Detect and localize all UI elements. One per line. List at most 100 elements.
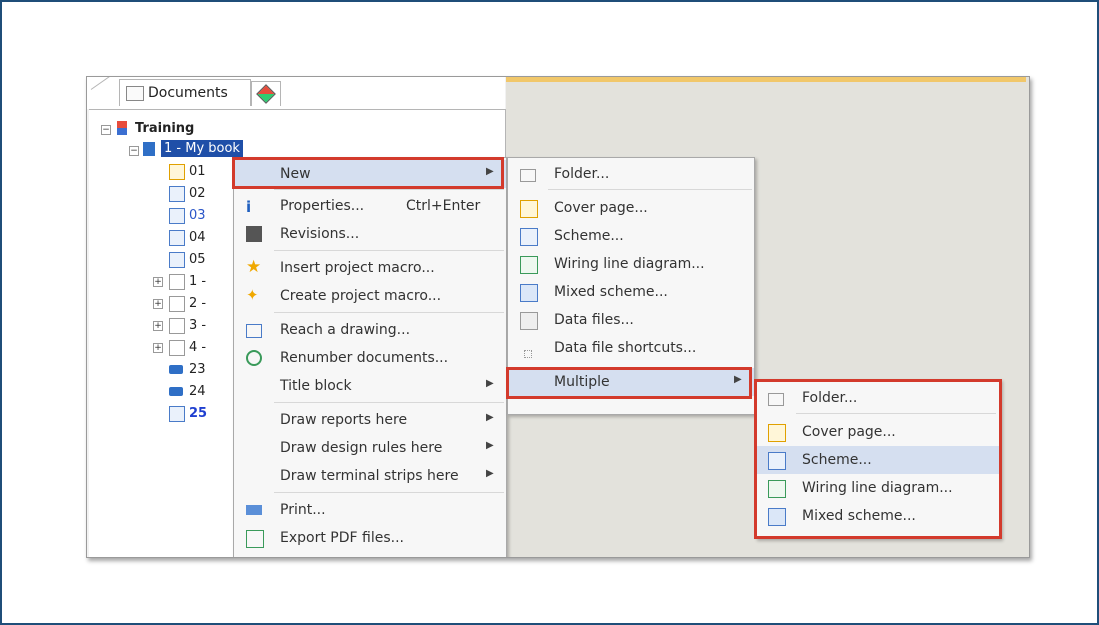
scheme-icon	[169, 230, 185, 246]
menu-item-title-block[interactable]: Title block ▶	[234, 372, 506, 400]
menu-item-label: Cover page...	[554, 200, 648, 216]
reach-drawing-icon	[246, 324, 262, 338]
menu-item-label: Export PDF files...	[280, 530, 404, 546]
tree-item[interactable]: 04	[189, 230, 206, 245]
tab-bar: Documents	[87, 77, 505, 109]
menu-item-label: Draw terminal strips here	[280, 468, 459, 484]
menu-item-label: Revisions...	[280, 226, 360, 242]
menu-item-data-files[interactable]: Data files...	[508, 306, 754, 334]
menu-item-export-pdf[interactable]: Export PDF files...	[234, 524, 506, 552]
collapse-icon[interactable]: −	[101, 125, 111, 135]
collapse-icon[interactable]: −	[129, 146, 139, 156]
cover-page-icon	[169, 164, 185, 180]
folder-icon	[169, 274, 185, 290]
menu-shortcut: Ctrl+Enter	[406, 198, 481, 214]
menu-separator	[548, 189, 752, 190]
components-icon	[256, 84, 276, 104]
menu-item-label: Create project macro...	[280, 288, 442, 304]
menu-item-label: Data file shortcuts...	[554, 340, 697, 356]
folder-icon	[169, 296, 185, 312]
star-icon: ★	[246, 257, 262, 277]
workspace-accent-bar	[506, 77, 1026, 82]
shortcut-icon	[524, 350, 532, 358]
expand-icon[interactable]: +	[153, 299, 163, 309]
scheme-icon	[169, 406, 185, 422]
highlight-multiple	[506, 367, 752, 399]
menu-item-label: Reach a drawing...	[280, 322, 411, 338]
export-pdf-icon	[246, 530, 264, 548]
tree-item[interactable]: 03	[189, 208, 206, 223]
menu-item-label: Wiring line diagram...	[554, 256, 705, 272]
menu-item-label: Scheme...	[554, 228, 624, 244]
tree-item[interactable]: 05	[189, 252, 206, 267]
tree-item[interactable]: 2 -	[189, 296, 206, 311]
menu-item-folder[interactable]: Folder...	[508, 160, 754, 188]
folder-icon	[169, 340, 185, 356]
tree-item[interactable]: 4 -	[189, 340, 206, 355]
menu-item-draw-reports[interactable]: Draw reports here ▶	[234, 406, 506, 434]
menu-item-mixed-scheme[interactable]: Mixed scheme...	[508, 278, 754, 306]
wiring-diagram-icon	[169, 186, 185, 202]
menu-separator	[274, 312, 504, 313]
menu-item-label: Draw design rules here	[280, 440, 443, 456]
menu-item-label: Print...	[280, 502, 326, 518]
tree-item[interactable]: 25	[189, 406, 207, 421]
data-file-icon	[520, 312, 538, 330]
tree-item[interactable]: 3 -	[189, 318, 206, 333]
report-icon	[169, 365, 183, 374]
menu-item-create-macro[interactable]: ✦ Create project macro...	[234, 282, 506, 310]
report-icon	[169, 387, 183, 396]
tree-item[interactable]: 23	[189, 362, 206, 377]
tab-documents-label: Documents	[148, 85, 228, 101]
menu-item-reach-drawing[interactable]: Reach a drawing...	[234, 316, 506, 344]
menu-item-label: Data files...	[554, 312, 634, 328]
documents-icon	[126, 86, 144, 101]
menu-item-cover-page[interactable]: Cover page...	[508, 194, 754, 222]
macro-icon: ✦	[246, 286, 259, 304]
submenu-arrow-icon: ▶	[486, 440, 494, 451]
tree-item[interactable]: 02	[189, 186, 206, 201]
menu-item-data-file-shortcuts[interactable]: Data file shortcuts...	[508, 334, 754, 362]
renumber-icon	[246, 350, 262, 366]
tab-edge	[90, 77, 120, 90]
expand-icon[interactable]: +	[153, 321, 163, 331]
menu-item-properties[interactable]: i Properties... Ctrl+Enter	[234, 192, 506, 220]
info-icon: i	[246, 198, 252, 216]
menu-item-label: Renumber documents...	[280, 350, 449, 366]
mixed-scheme-icon	[520, 284, 538, 302]
revisions-icon	[246, 226, 262, 242]
menu-item-revisions[interactable]: Revisions...	[234, 220, 506, 248]
menu-separator	[274, 189, 504, 190]
highlight-multiple-submenu	[754, 379, 1002, 539]
folder-icon	[520, 169, 536, 182]
menu-item-print[interactable]: Print...	[234, 496, 506, 524]
wiring-diagram-icon	[520, 256, 538, 274]
menu-item-label: Draw reports here	[280, 412, 408, 428]
highlight-new	[232, 157, 504, 189]
menu-item-label: Folder...	[554, 166, 610, 182]
tree-item[interactable]: 01	[189, 164, 206, 179]
context-menu: New ▶ i Properties... Ctrl+Enter Revisio…	[233, 157, 507, 557]
menu-item-label: Mixed scheme...	[554, 284, 668, 300]
menu-item-renumber[interactable]: Renumber documents...	[234, 344, 506, 372]
menu-item-scheme[interactable]: Scheme...	[508, 222, 754, 250]
menu-item-draw-design-rules[interactable]: Draw design rules here ▶	[234, 434, 506, 462]
tree-item[interactable]: 24	[189, 384, 206, 399]
tab-documents[interactable]: Documents	[119, 79, 251, 106]
expand-icon[interactable]: +	[153, 343, 163, 353]
submenu-arrow-icon: ▶	[486, 378, 494, 389]
cover-page-icon	[520, 200, 538, 218]
expand-icon[interactable]: +	[153, 277, 163, 287]
tab-components[interactable]	[251, 81, 281, 106]
scheme-icon	[520, 228, 538, 246]
scheme-icon	[169, 252, 185, 268]
tree-book-label[interactable]: 1 - My book	[161, 140, 243, 157]
menu-item-label: Properties...	[280, 198, 365, 214]
tree-root-label[interactable]: Training	[135, 121, 194, 136]
tree-item[interactable]: 1 -	[189, 274, 206, 289]
menu-item-draw-terminal-strips[interactable]: Draw terminal strips here ▶	[234, 462, 506, 490]
folder-icon	[169, 318, 185, 334]
menu-item-label: Insert project macro...	[280, 260, 435, 276]
menu-item-insert-macro[interactable]: ★ Insert project macro...	[234, 254, 506, 282]
menu-item-wiring[interactable]: Wiring line diagram...	[508, 250, 754, 278]
